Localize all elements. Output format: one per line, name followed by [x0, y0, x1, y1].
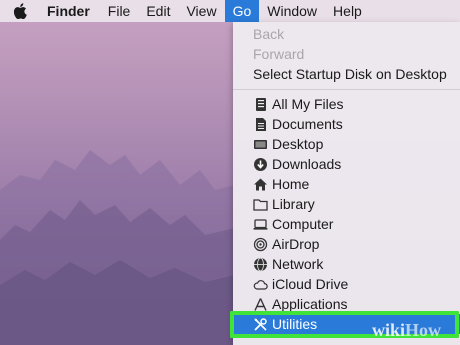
applications-icon — [253, 297, 268, 312]
airdrop-icon — [253, 237, 268, 252]
menu-window[interactable]: Window — [259, 0, 325, 22]
cloud-icon — [253, 277, 268, 292]
menu-item-label: AirDrop — [272, 236, 320, 252]
menu-item-label: Documents — [272, 116, 343, 132]
menu-item-label: iCloud Drive — [272, 276, 349, 292]
menu-item-network[interactable]: Network — [233, 254, 460, 274]
menu-item-desktop[interactable]: Desktop — [233, 134, 460, 154]
menu-item-label: Home — [272, 176, 310, 192]
menu-item-computer[interactable]: Computer — [233, 214, 460, 234]
desktop-icon — [253, 137, 268, 152]
menu-bar: Finder File Edit View Go Window Help — [0, 0, 460, 22]
watermark-part1: wiki — [372, 320, 406, 340]
documents-icon — [253, 117, 268, 132]
menu-edit[interactable]: Edit — [138, 0, 178, 22]
menu-finder[interactable]: Finder — [47, 0, 98, 22]
watermark-part2: How — [405, 320, 442, 340]
menu-item-label: All My Files — [272, 96, 344, 112]
menu-item-downloads[interactable]: Downloads — [233, 154, 460, 174]
menu-file[interactable]: File — [100, 0, 139, 22]
wikihow-watermark: wikiHow — [372, 320, 441, 341]
menu-item-select-startup-disk[interactable]: Select Startup Disk on Desktop — [233, 64, 460, 84]
folder-icon — [253, 197, 268, 212]
menu-item-label: Library — [272, 196, 315, 212]
menu-item-home[interactable]: Home — [233, 174, 460, 194]
menu-separator — [233, 89, 460, 90]
menu-item-label: Desktop — [272, 136, 324, 152]
menu-item-all-my-files[interactable]: All My Files — [233, 94, 460, 114]
all-my-files-icon — [253, 97, 268, 112]
menu-view[interactable]: View — [178, 0, 224, 22]
home-icon — [253, 177, 268, 192]
menu-go[interactable]: Go — [224, 0, 260, 22]
menu-item-forward[interactable]: Forward — [233, 44, 460, 64]
downloads-icon — [253, 157, 268, 172]
menu-item-label: Computer — [272, 216, 334, 232]
menu-help[interactable]: Help — [325, 0, 370, 22]
menu-item-label: Downloads — [272, 156, 342, 172]
network-icon — [253, 257, 268, 272]
go-menu-dropdown: Back Forward Select Startup Disk on Desk… — [233, 22, 460, 345]
menu-item-library[interactable]: Library — [233, 194, 460, 214]
menu-item-airdrop[interactable]: AirDrop — [233, 234, 460, 254]
apple-logo-icon[interactable] — [13, 3, 27, 20]
menu-item-documents[interactable]: Documents — [233, 114, 460, 134]
menu-item-back[interactable]: Back — [233, 24, 460, 44]
computer-icon — [253, 217, 268, 232]
menu-item-label: Network — [272, 256, 324, 272]
menu-item-icloud-drive[interactable]: iCloud Drive — [233, 274, 460, 294]
